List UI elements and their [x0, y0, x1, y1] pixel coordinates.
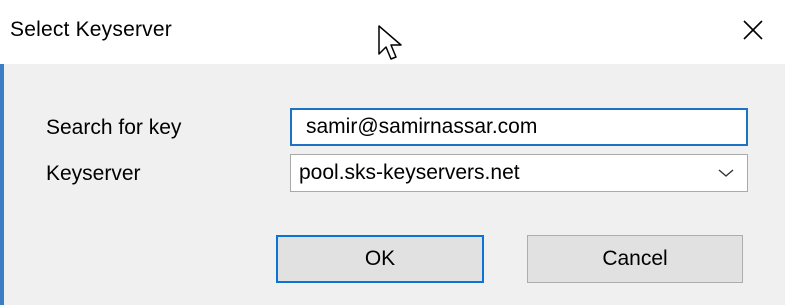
keyserver-select[interactable]: pool.sks-keyservers.net: [290, 154, 748, 192]
mouse-pointer-icon: [378, 25, 402, 60]
close-button[interactable]: [721, 0, 785, 64]
chevron-down-icon: [718, 169, 734, 177]
dialog-title: Select Keyserver: [10, 18, 172, 41]
close-icon: [743, 20, 763, 40]
keyserver-label: Keyserver: [46, 162, 141, 185]
select-keyserver-dialog: Select Keyserver Search for key Keyserve…: [0, 0, 785, 305]
keyserver-selected-value: pool.sks-keyservers.net: [299, 161, 520, 184]
cancel-button[interactable]: Cancel: [527, 235, 743, 283]
search-for-key-label: Search for key: [46, 116, 182, 139]
search-key-input[interactable]: [290, 108, 748, 146]
ok-button[interactable]: OK: [276, 235, 484, 283]
window-border-accent: [0, 64, 4, 305]
